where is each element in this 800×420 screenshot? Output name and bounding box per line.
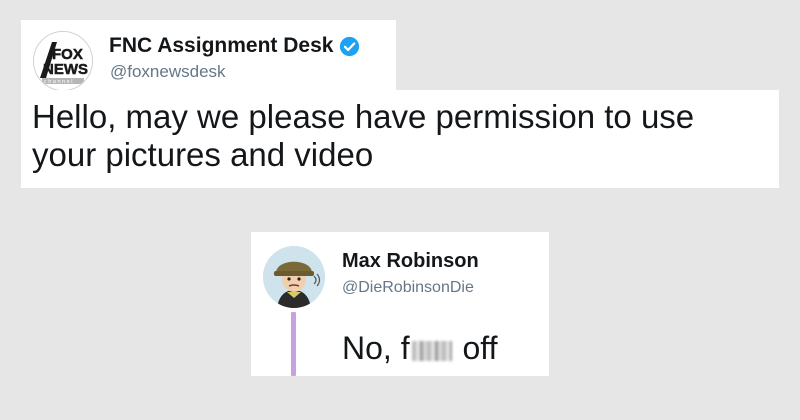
author-handle[interactable]: @DieRobinsonDie bbox=[342, 279, 474, 297]
reply-text-start: No, f bbox=[342, 330, 410, 366]
fox-news-logo-icon[interactable]: FOX NEWS c h a n n e l bbox=[33, 31, 93, 91]
verified-badge-icon bbox=[339, 36, 360, 57]
tweet-request-header: FOX NEWS c h a n n e l FNC Assignment De… bbox=[21, 20, 396, 91]
thread-connector-line bbox=[291, 312, 296, 376]
tweet-text-line-1: Hello, may we please have permission to … bbox=[32, 98, 695, 135]
svg-text:c h a n n e l: c h a n n e l bbox=[44, 79, 72, 85]
reply-text-end: off bbox=[453, 330, 498, 366]
author-name-row: Max Robinson bbox=[342, 250, 479, 273]
soldier-cartoon-avatar-icon[interactable] bbox=[263, 246, 325, 308]
tweet-text: Hello, may we please have permission to … bbox=[32, 98, 772, 174]
author-display-name[interactable]: Max Robinson bbox=[342, 250, 479, 273]
tweet-request-body: Hello, may we please have permission to … bbox=[21, 90, 779, 188]
tweet-reply: Max Robinson @DieRobinsonDie No, f off bbox=[251, 232, 549, 376]
censored-word-blur bbox=[411, 341, 452, 361]
author-display-name[interactable]: FNC Assignment Desk bbox=[109, 34, 333, 58]
tweet-text: No, f off bbox=[342, 330, 497, 366]
author-name-row: FNC Assignment Desk bbox=[109, 34, 360, 58]
tweet-text-line-2: your pictures and video bbox=[32, 136, 374, 173]
svg-text:NEWS: NEWS bbox=[43, 61, 88, 78]
author-handle[interactable]: @foxnewsdesk bbox=[110, 62, 226, 82]
